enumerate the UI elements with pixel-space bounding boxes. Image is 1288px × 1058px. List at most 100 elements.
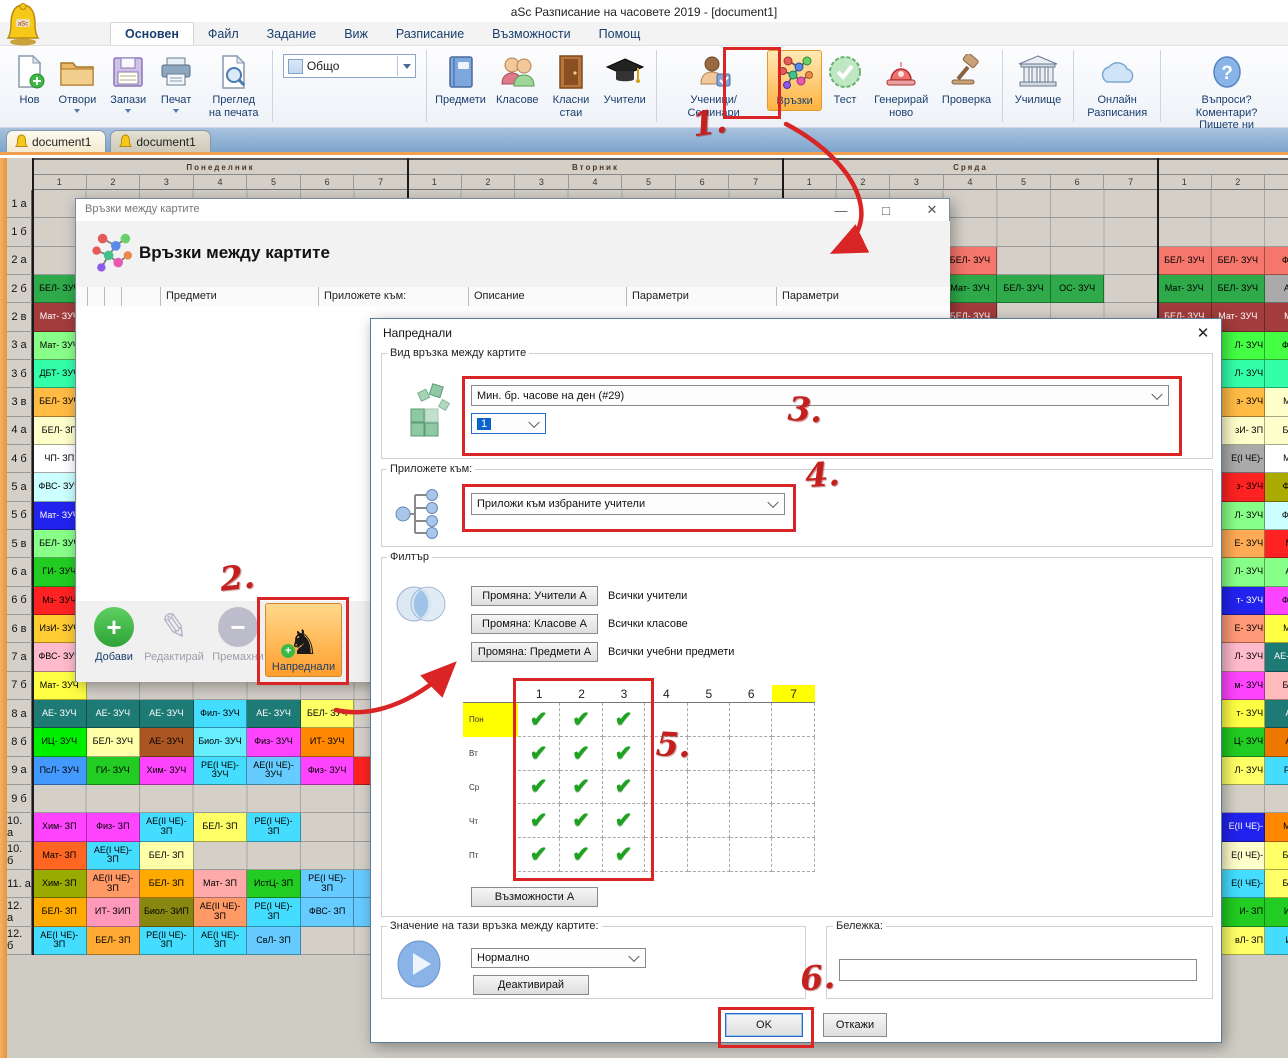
timetable-cell[interactable]: БЕЛ- ЗУЧ <box>1158 247 1212 275</box>
teachers-button[interactable]: Учители <box>598 50 651 109</box>
timetable-cell[interactable]: ИстЦ- ЗП <box>247 870 301 898</box>
check-grid-cell[interactable]: ✔ <box>560 737 602 771</box>
timetable-cell[interactable]: Мат- ЗУЧ <box>1158 275 1212 303</box>
check-grid-cell[interactable]: ✔ <box>603 703 645 737</box>
check-grid-cell[interactable]: ✔ <box>603 838 645 872</box>
open-dropdown-arrow-icon[interactable] <box>74 109 80 113</box>
check-grid-cell[interactable]: ✔ <box>560 703 602 737</box>
advanced-button[interactable]: ♞+ Напреднали <box>265 603 342 677</box>
ok-button[interactable]: OK <box>725 1013 803 1037</box>
timetable-cell[interactable]: Фил- ЗУЧ <box>194 700 248 728</box>
maximize-button[interactable]: □ <box>871 201 901 219</box>
timetable-cell[interactable]: Мат <box>1265 445 1288 473</box>
list-column-description[interactable]: Описание <box>468 287 626 306</box>
check-grid-cell[interactable] <box>645 804 687 838</box>
timetable-cell[interactable]: Физ- ЗУЧ <box>301 757 355 785</box>
links-button[interactable]: Връзки <box>767 50 822 111</box>
timetable-cell[interactable]: РЕ(I ЧЕ)- ЗП <box>247 813 301 841</box>
timetable-cell[interactable]: Мат- ЗП <box>33 842 87 870</box>
timetable-cell[interactable]: БЕЛ- ЗУЧ <box>1212 247 1266 275</box>
classrooms-button[interactable]: Класни стаи <box>546 50 597 121</box>
combo-dropdown-arrow-icon[interactable] <box>397 56 415 76</box>
tab-vizh[interactable]: Виж <box>330 23 382 45</box>
check-grid-cell[interactable]: ✔ <box>603 771 645 805</box>
save-dropdown-arrow-icon[interactable] <box>125 109 131 113</box>
asc-bell-logo-icon[interactable]: aSc <box>4 2 42 46</box>
change-teachers-button[interactable]: Промяна: Учители А <box>471 586 598 606</box>
cancel-button[interactable]: Откажи <box>823 1013 887 1037</box>
timetable-cell[interactable]: Физ- ЗУЧ <box>247 728 301 756</box>
timetable-cell[interactable]: ИТ <box>1265 927 1288 955</box>
timetable-cell[interactable]: АЕ- ЗУЧ <box>33 700 87 728</box>
timetable-cell[interactable]: ИТ- ЗИП <box>87 898 141 926</box>
check-grid-cell[interactable]: ✔ <box>518 737 560 771</box>
timetable-cell[interactable]: АЕ(II ЧЕ)- ЗП <box>140 813 194 841</box>
change-subjects-button[interactable]: Промяна: Предмети А <box>471 642 598 662</box>
timetable-cell[interactable]: РЕ(I ЧЕ)- ЗП <box>247 898 301 926</box>
check-grid-cell[interactable] <box>645 703 687 737</box>
timetable-cell[interactable]: БЕЛ- ЗУЧ <box>944 247 998 275</box>
timetable-cell[interactable]: АЕ(II ЧЕ)- ЗП <box>87 870 141 898</box>
timetable-cell[interactable]: БЕЛ <box>1265 842 1288 870</box>
tab-pomosht[interactable]: Помощ <box>585 23 655 45</box>
list-column-parameters-2[interactable]: Параметри <box>776 287 944 306</box>
check-grid-cell[interactable]: ✔ <box>560 804 602 838</box>
timetable-cell[interactable]: АЕ(II ЧЕ)- ЗУЧ <box>247 757 301 785</box>
timetable-cell[interactable]: РЕ( <box>1265 757 1288 785</box>
doc-tab-1[interactable]: document1 <box>6 130 106 152</box>
check-grid-cell[interactable] <box>772 703 814 737</box>
check-grid-cell[interactable] <box>730 804 772 838</box>
check-grid-col-header[interactable]: 5 <box>688 685 730 703</box>
timetable-cell[interactable]: БЕЛ- ЗП <box>140 842 194 870</box>
timetable-cell[interactable]: АЕ <box>1265 700 1288 728</box>
timetable-cell[interactable]: Мат- ЗП <box>194 870 248 898</box>
check-grid-row-label[interactable]: Чт <box>463 804 518 838</box>
timetable-cell[interactable]: АЕ- <box>1265 275 1288 303</box>
school-button[interactable]: Училище <box>1008 50 1068 109</box>
list-column-apply-to[interactable]: Приложете към: <box>318 287 468 306</box>
timetable-cell[interactable]: Мат <box>1265 615 1288 643</box>
check-grid-col-header[interactable]: 1 <box>518 685 560 703</box>
timetable-cell[interactable]: БЕЛ <box>1265 417 1288 445</box>
check-grid-cell[interactable] <box>688 703 730 737</box>
timetable-cell[interactable]: Мат <box>1265 813 1288 841</box>
deactivate-button[interactable]: Деактивирай <box>473 975 589 995</box>
print-button[interactable]: Печат <box>154 50 199 115</box>
doc-tab-2[interactable]: document1 <box>110 130 210 152</box>
timetable-cell[interactable]: БЕЛ <box>1265 672 1288 700</box>
timetable-cell[interactable]: АЕ(I ЧЕ)- ЗП <box>33 927 87 955</box>
timetable-cell[interactable]: ОС- ЗУЧ <box>1051 275 1105 303</box>
questions-comments-button[interactable]: ? Въпроси? Коментари? Пишете ни <box>1166 50 1287 134</box>
timetable-cell[interactable]: Хим- ЗУЧ <box>140 757 194 785</box>
timetable-cell[interactable]: БЕЛ- ЗП <box>33 898 87 926</box>
timetable-cell[interactable]: АЕ- ЗУЧ <box>140 700 194 728</box>
check-grid-cell[interactable]: ✔ <box>518 804 560 838</box>
timetable-cell[interactable]: Хим- ЗП <box>33 870 87 898</box>
tab-vazmozhnosti[interactable]: Възможности <box>478 23 584 45</box>
possibilities-button[interactable]: Възможности А <box>471 887 598 907</box>
check-grid-cell[interactable] <box>645 737 687 771</box>
check-button[interactable]: Проверка <box>936 50 996 109</box>
remove-button[interactable]: − Премахни <box>203 607 273 663</box>
timetable-cell[interactable]: Мат- ЗУЧ <box>944 275 998 303</box>
timetable-cell[interactable]: РЕ(II ЧЕ)- ЗП <box>140 927 194 955</box>
timetable-cell[interactable]: ИТ- ЗУЧ <box>301 728 355 756</box>
print-dropdown-arrow-icon[interactable] <box>173 109 179 113</box>
timetable-cell[interactable]: БЕЛ- ЗУЧ <box>301 700 355 728</box>
timetable-cell[interactable]: АЕ(II ЧЕ)- ЗП <box>194 898 248 926</box>
tab-osnoven[interactable]: Основен <box>110 22 194 45</box>
save-button[interactable]: Запази <box>105 50 152 115</box>
students-seminars-button[interactable]: Ученици/Семинари <box>662 50 765 121</box>
timetable-cell[interactable]: Ист <box>1265 898 1288 926</box>
open-button[interactable]: Отвори <box>52 50 103 115</box>
timetable-cell[interactable]: Ч <box>1265 360 1288 388</box>
timetable-cell[interactable]: ФВС <box>1265 332 1288 360</box>
check-grid-cell[interactable] <box>772 737 814 771</box>
note-input[interactable] <box>839 959 1197 981</box>
timetable-cell[interactable]: ФВС <box>1265 502 1288 530</box>
timetable-cell[interactable]: РЕ(I ЧЕ)- ЗУЧ <box>194 757 248 785</box>
test-button[interactable]: Тест <box>824 50 866 109</box>
check-grid-cell[interactable]: ✔ <box>518 838 560 872</box>
timetable-cell[interactable]: Физ- ЗП <box>87 813 141 841</box>
check-grid-cell[interactable] <box>688 838 730 872</box>
